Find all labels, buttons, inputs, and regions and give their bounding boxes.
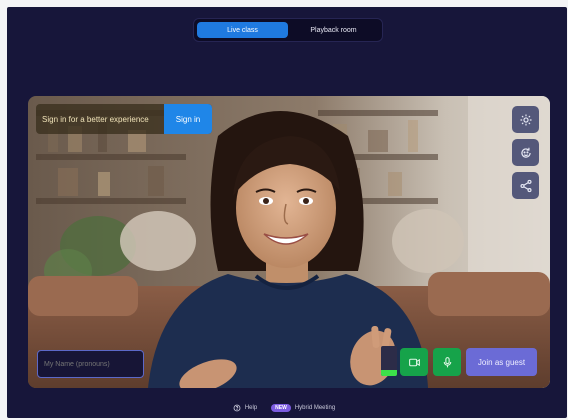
- camera-toggle-button[interactable]: [400, 348, 428, 376]
- footer: Help NEW Hybrid Meeting: [0, 400, 568, 416]
- hybrid-meeting-label: Hybrid Meeting: [294, 405, 336, 411]
- signin-message: Sign in for a better experience: [42, 114, 149, 124]
- face-refresh-icon: [520, 147, 531, 158]
- mic-level-meter: [381, 346, 397, 376]
- signin-banner: Sign in for a better experience Sign in: [36, 104, 212, 134]
- hybrid-meeting-link[interactable]: NEW Hybrid Meeting: [271, 404, 335, 412]
- new-badge: NEW: [271, 404, 291, 412]
- camera-icon: [408, 358, 420, 366]
- share-icon: [519, 179, 532, 192]
- name-input[interactable]: [37, 350, 144, 378]
- tab-playback-room[interactable]: Playback room: [288, 22, 379, 38]
- video-preview: [28, 96, 550, 388]
- mode-toggle: Live class Playback room: [193, 18, 383, 42]
- camera-feed-image: [28, 96, 550, 388]
- settings-button[interactable]: [512, 106, 539, 133]
- help-label: Help: [244, 405, 258, 411]
- share-button[interactable]: [512, 172, 539, 199]
- signin-button[interactable]: Sign in: [164, 104, 212, 134]
- mic-icon: [443, 356, 451, 367]
- mic-level-fill: [381, 370, 397, 376]
- effects-button[interactable]: [512, 139, 539, 166]
- tab-live-class[interactable]: Live class: [197, 22, 288, 38]
- settings-icon: [519, 113, 532, 126]
- mic-toggle-button[interactable]: [433, 348, 461, 376]
- help-icon: [233, 404, 241, 412]
- join-as-guest-button[interactable]: Join as guest: [466, 348, 537, 376]
- help-link[interactable]: Help: [233, 404, 257, 412]
